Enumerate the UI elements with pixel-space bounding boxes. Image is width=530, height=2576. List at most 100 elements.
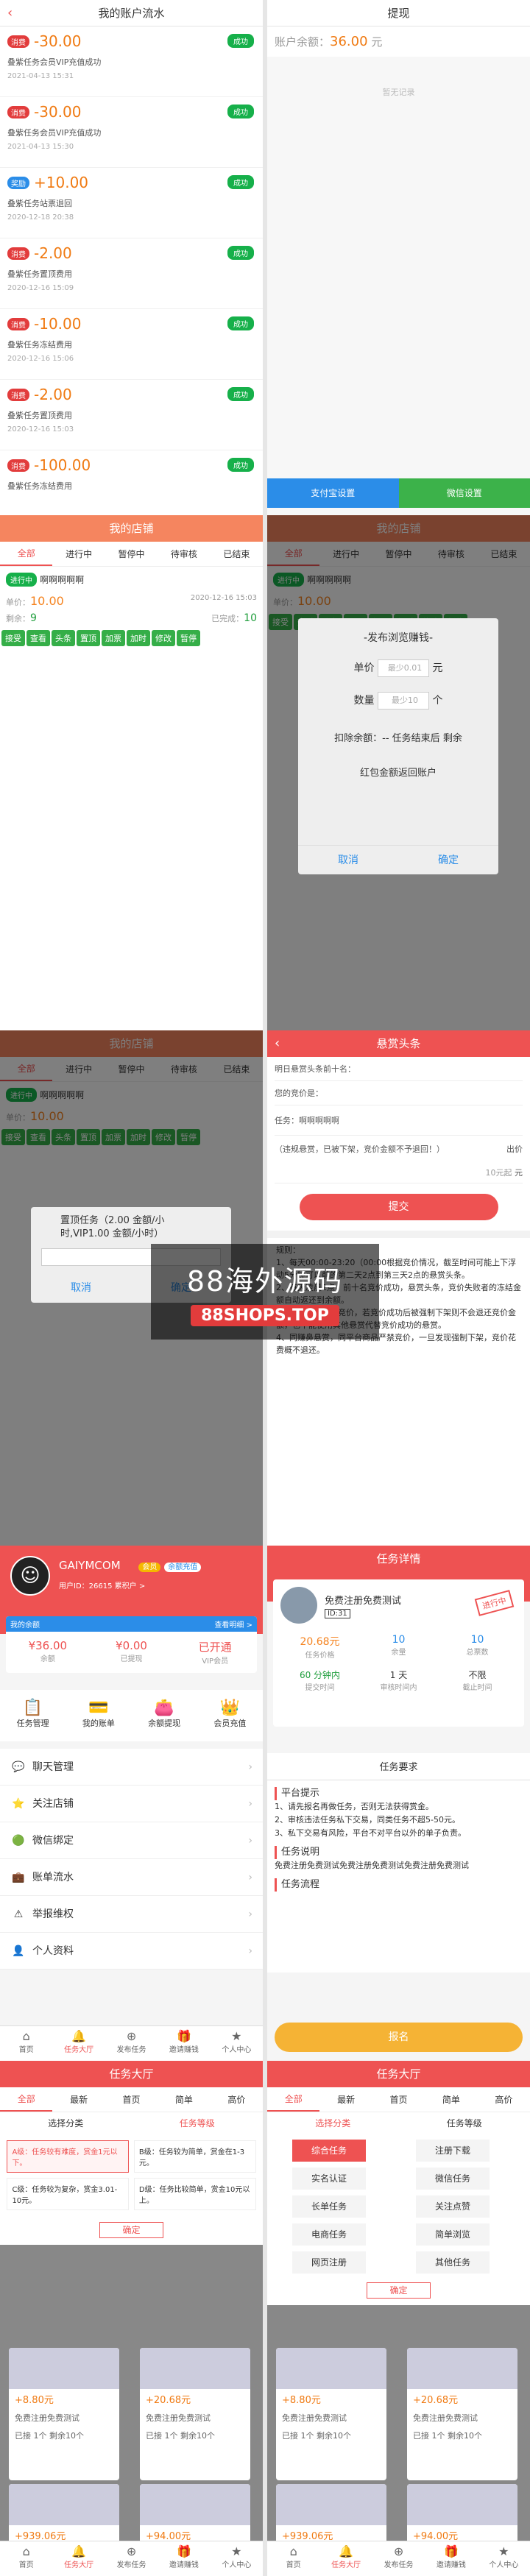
level-option[interactable]: C级：任务较为复杂，赏金3.01-10元。 bbox=[7, 2178, 130, 2211]
quick-item[interactable]: 👑 会员充值 bbox=[197, 1690, 263, 1741]
action-2[interactable]: 头条 bbox=[52, 630, 75, 646]
tab-icon: ⊕ bbox=[126, 2544, 137, 2558]
tab-4[interactable]: 高价 bbox=[478, 2093, 530, 2106]
shop-panel: 我的店铺 全部 进行中 暂停中 待审核 已结束 进行中 啊啊啊啊啊 单价：10.00 20… bbox=[0, 515, 263, 1030]
category-option[interactable]: 网页注册 bbox=[292, 2251, 366, 2274]
quick-item[interactable]: 👛 余额提现 bbox=[132, 1690, 197, 1741]
type-badge: 消费 bbox=[7, 35, 29, 48]
tab-1[interactable]: 最新 bbox=[319, 2093, 372, 2106]
back-icon[interactable]: ‹ bbox=[275, 1030, 280, 1057]
category-option[interactable]: 关注点赞 bbox=[416, 2195, 490, 2218]
cancel-button[interactable]: 取消 bbox=[298, 846, 398, 874]
menu-icon: ⭐ bbox=[12, 1798, 25, 1810]
recharge-button[interactable]: 余额充值 bbox=[164, 1563, 202, 1572]
tab-0[interactable]: ⌂ 首页 bbox=[267, 2541, 319, 2576]
stat-value: ¥0.00 bbox=[116, 1639, 147, 1652]
tab-2[interactable]: ⊕ 发布任务 bbox=[372, 2541, 425, 2576]
action-0[interactable]: 接受 bbox=[1, 630, 25, 646]
tab-4[interactable]: 已结束 bbox=[211, 548, 263, 560]
cancel-button[interactable]: 取消 bbox=[31, 1273, 131, 1303]
level-option[interactable]: B级：任务较为简单，赏金在1-3元。 bbox=[133, 2140, 256, 2173]
tab-1[interactable]: 进行中 bbox=[52, 548, 105, 560]
confirm-button[interactable]: 确定 bbox=[398, 846, 498, 874]
tab-2[interactable]: 暂停中 bbox=[105, 548, 158, 560]
quick-item[interactable]: 💳 我的账单 bbox=[66, 1690, 131, 1741]
category-option[interactable]: 微信任务 bbox=[416, 2168, 490, 2190]
menu-item[interactable]: 💼 账单流水 › bbox=[0, 1859, 263, 1896]
menu-label: 微信绑定 bbox=[32, 1835, 74, 1847]
flow-header: ‹ 我的账户流水 bbox=[0, 0, 263, 26]
category-option[interactable]: 长单任务 bbox=[292, 2195, 366, 2218]
tab-label: 发布任务 bbox=[116, 2046, 146, 2054]
task-card[interactable]: +20.68元 免费注册免费测试 已接 1个 剩余10个 bbox=[140, 2348, 250, 2480]
tab-0[interactable]: 全部 bbox=[0, 542, 53, 566]
action-1[interactable]: 查看 bbox=[26, 630, 50, 646]
tab-1[interactable]: 🔔 任务大厅 bbox=[52, 2026, 105, 2061]
tab-2[interactable]: ⊕ 发布任务 bbox=[105, 2541, 158, 2576]
tab-icon: ★ bbox=[498, 2544, 509, 2558]
tab-0[interactable]: 全部 bbox=[267, 2088, 320, 2112]
tab-2[interactable]: 首页 bbox=[105, 2093, 158, 2106]
action-5[interactable]: 加时 bbox=[127, 630, 150, 646]
type-badge: 消费 bbox=[7, 388, 29, 401]
card-image bbox=[140, 2348, 250, 2389]
level-option[interactable]: D级：任务比较简单，赏金10元以上。 bbox=[133, 2178, 256, 2211]
menu-item[interactable]: 👤 个人资料 › bbox=[0, 1933, 263, 1970]
tab-2[interactable]: ⊕ 发布任务 bbox=[105, 2026, 158, 2061]
chevron-right-icon: › bbox=[248, 1945, 252, 1957]
action-7[interactable]: 暂停 bbox=[177, 630, 200, 646]
tab-4[interactable]: ★ 个人中心 bbox=[211, 2541, 263, 2576]
category-option[interactable]: 注册下载 bbox=[416, 2140, 490, 2162]
category-option[interactable]: 电商任务 bbox=[292, 2223, 366, 2246]
price-input[interactable]: 最少0.01 bbox=[378, 659, 429, 677]
tab-3[interactable]: 🎁 邀请赚钱 bbox=[425, 2541, 477, 2576]
task-card[interactable]: +8.80元 免费注册免费测试 已接 1个 剩余10个 bbox=[276, 2348, 386, 2480]
menu-item[interactable]: 🟢 微信绑定 › bbox=[0, 1822, 263, 1859]
card-image bbox=[140, 2484, 250, 2525]
menu-item[interactable]: ⭐ 关注店铺 › bbox=[0, 1786, 263, 1822]
menu-item[interactable]: ⚠ 举报维权 › bbox=[0, 1896, 263, 1933]
tab-0[interactable]: 全部 bbox=[0, 2088, 53, 2112]
menu-item[interactable]: 💬 聊天管理 › bbox=[0, 1749, 263, 1786]
tab-3[interactable]: 🎁 邀请赚钱 bbox=[158, 2026, 210, 2061]
action-3[interactable]: 置顶 bbox=[77, 630, 100, 646]
task-card[interactable]: +8.80元 免费注册免费测试 已接 1个 剩余10个 bbox=[9, 2348, 119, 2480]
submit-button[interactable]: 提交 bbox=[299, 1194, 498, 1220]
tab-3[interactable]: 🎁 邀请赚钱 bbox=[158, 2541, 210, 2576]
ok-button[interactable]: 确定 bbox=[99, 2221, 163, 2238]
apply-button[interactable]: 报名 bbox=[275, 2023, 523, 2052]
description: 叠紫任务置顶费用 bbox=[7, 411, 72, 420]
action-4[interactable]: 加票 bbox=[102, 630, 125, 646]
card-image bbox=[9, 2348, 119, 2389]
tab-1[interactable]: 🔔 任务大厅 bbox=[319, 2541, 372, 2576]
description: 叠紫任务冻结费用 bbox=[7, 340, 72, 350]
tab-4[interactable]: 高价 bbox=[211, 2093, 263, 2106]
tab-1[interactable]: 🔔 任务大厅 bbox=[52, 2541, 105, 2576]
category-option[interactable]: 实名认证 bbox=[292, 2168, 366, 2190]
bid-input[interactable]: 10元起 bbox=[486, 1168, 512, 1178]
category-option[interactable]: 综合任务 bbox=[292, 2140, 366, 2162]
tab-2[interactable]: 首页 bbox=[372, 2093, 425, 2106]
amount: -30.00 bbox=[34, 32, 82, 50]
action-6[interactable]: 修改 bbox=[152, 630, 175, 646]
card-stat: 已接 1个 剩余10个 bbox=[413, 2431, 482, 2441]
tab-0[interactable]: ⌂ 首页 bbox=[0, 2026, 52, 2061]
tab-3[interactable]: 待审核 bbox=[158, 548, 210, 560]
tab-4[interactable]: ★ 个人中心 bbox=[211, 2026, 263, 2061]
alipay-button[interactable]: 支付宝设置 bbox=[267, 478, 399, 508]
category-option[interactable]: 简单浏览 bbox=[416, 2223, 490, 2246]
quick-item[interactable]: 📋 任务管理 bbox=[0, 1690, 66, 1741]
tab-3[interactable]: 简单 bbox=[158, 2093, 210, 2106]
back-icon[interactable]: ‹ bbox=[7, 0, 13, 26]
tab-3[interactable]: 简单 bbox=[425, 2093, 477, 2106]
wechat-button[interactable]: 微信设置 bbox=[398, 478, 530, 508]
tab-0[interactable]: ⌂ 首页 bbox=[0, 2541, 52, 2576]
category-option[interactable]: 其他任务 bbox=[416, 2251, 490, 2274]
qty-input[interactable]: 最少10 bbox=[378, 692, 429, 710]
level-option[interactable]: A级：任务较有难度，赏金1元以下。 bbox=[7, 2140, 130, 2173]
task-card[interactable]: +20.68元 免费注册免费测试 已接 1个 剩余10个 bbox=[407, 2348, 517, 2480]
tab-1[interactable]: 最新 bbox=[52, 2093, 105, 2106]
quick-icon: 👑 bbox=[219, 1699, 241, 1717]
tab-4[interactable]: ★ 个人中心 bbox=[478, 2541, 530, 2576]
card-name: 免费注册免费测试 bbox=[146, 2413, 211, 2423]
